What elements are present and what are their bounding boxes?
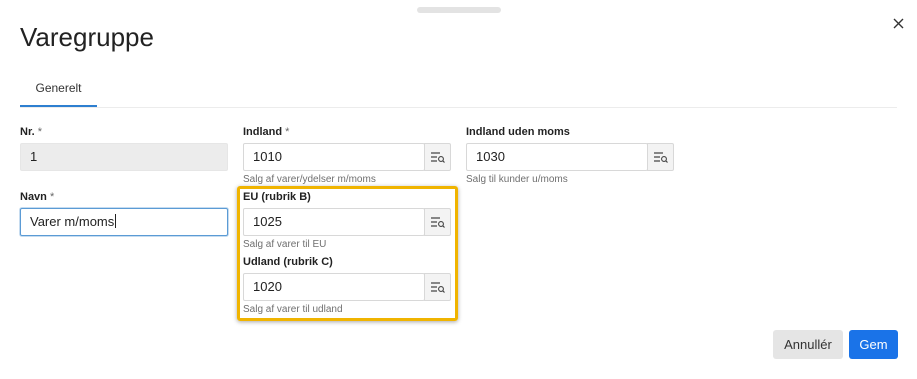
eu-lookup-button[interactable] bbox=[424, 208, 451, 236]
navn-input[interactable]: Varer m/moms bbox=[20, 208, 228, 236]
text-caret bbox=[115, 214, 117, 228]
eu-hint: Salg af varer til EU bbox=[243, 239, 327, 250]
save-button[interactable]: Gem bbox=[849, 330, 898, 359]
varegruppe-dialog: Varegruppe Generelt Nr. * 1 Navn * Varer… bbox=[0, 0, 917, 379]
eu-label: EU (rubrik B) bbox=[243, 191, 311, 203]
indland-uden-moms-hint: Salg til kunder u/moms bbox=[466, 174, 568, 185]
udland-label: Udland (rubrik C) bbox=[243, 256, 333, 268]
cancel-button[interactable]: Annullér bbox=[773, 330, 843, 359]
eu-input[interactable]: 1025 bbox=[243, 208, 425, 236]
indland-uden-moms-input[interactable]: 1030 bbox=[466, 143, 648, 171]
required-mark: * bbox=[285, 126, 290, 138]
list-search-icon bbox=[430, 282, 445, 293]
list-search-icon bbox=[430, 217, 445, 228]
indland-uden-moms-lookup-button[interactable] bbox=[647, 143, 674, 171]
navn-label-text: Navn bbox=[20, 191, 47, 203]
indland-hint: Salg af varer/ydelser m/moms bbox=[243, 174, 376, 185]
dialog-title: Varegruppe bbox=[20, 22, 154, 52]
nr-field: 1 bbox=[20, 143, 228, 171]
close-button[interactable] bbox=[889, 14, 907, 32]
indland-input[interactable]: 1010 bbox=[243, 143, 425, 171]
list-search-icon bbox=[653, 152, 668, 163]
list-search-icon bbox=[430, 152, 445, 163]
indland-lookup-button[interactable] bbox=[424, 143, 451, 171]
udland-hint: Salg af varer til udland bbox=[243, 304, 343, 315]
udland-lookup-button[interactable] bbox=[424, 273, 451, 301]
nr-label-text: Nr. bbox=[20, 126, 35, 138]
navn-input-value: Varer m/moms bbox=[30, 214, 115, 229]
required-mark: * bbox=[37, 126, 43, 138]
udland-input[interactable]: 1020 bbox=[243, 273, 425, 301]
navn-label: Navn * bbox=[20, 191, 54, 203]
indland-label-text: Indland bbox=[243, 126, 283, 138]
close-icon bbox=[893, 18, 903, 28]
indland-label: Indland * bbox=[243, 126, 289, 138]
required-mark: * bbox=[49, 191, 55, 203]
drag-handle[interactable] bbox=[417, 7, 501, 13]
nr-label: Nr. * bbox=[20, 126, 42, 138]
tab-bar: Generelt bbox=[20, 80, 897, 108]
tab-generelt[interactable]: Generelt bbox=[20, 80, 97, 107]
indland-uden-moms-label: Indland uden moms bbox=[466, 126, 570, 138]
